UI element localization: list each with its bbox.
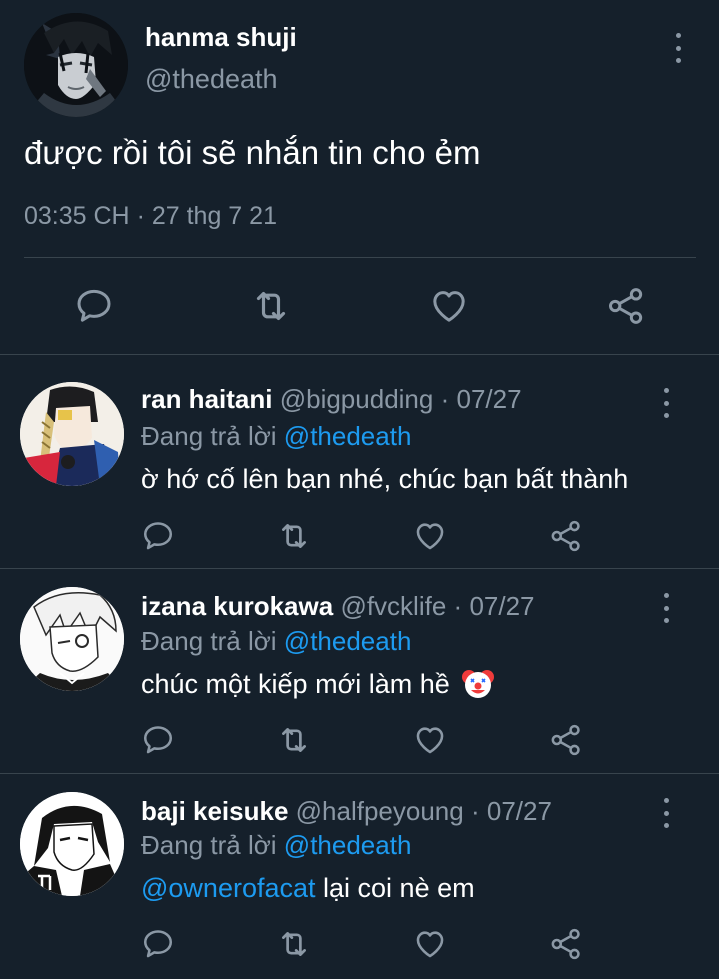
share-button[interactable] — [547, 925, 585, 963]
share-icon — [549, 927, 583, 961]
like-button[interactable] — [411, 517, 449, 555]
replying-label: Đang trả lời — [141, 421, 277, 451]
reply-button[interactable] — [139, 517, 177, 555]
like-icon — [413, 519, 447, 553]
reply-tweet[interactable]: izana kurokawa @fvcklife · 07/27 Đang tr… — [0, 569, 719, 773]
tweet-time: 03:35 CH — [24, 202, 130, 230]
author-handle[interactable]: @fvcklife — [340, 591, 446, 621]
like-button[interactable] — [428, 285, 470, 327]
avatar[interactable] — [20, 792, 124, 896]
avatar[interactable] — [20, 382, 124, 486]
replying-to: Đang trả lời @thedeath — [141, 421, 411, 452]
like-icon — [413, 927, 447, 961]
meta-separator: · — [440, 384, 450, 414]
replying-to-mention[interactable]: @thedeath — [284, 830, 412, 860]
replying-to-mention[interactable]: @thedeath — [284, 626, 412, 656]
avatar-portrait-icon — [20, 587, 124, 691]
reply-tweet[interactable]: ran haitani @bigpudding · 07/27 Đang trả… — [0, 355, 719, 568]
retweet-button[interactable] — [275, 925, 313, 963]
author-handle[interactable]: @bigpudding — [280, 384, 434, 414]
reply-date[interactable]: 07/27 — [469, 591, 534, 621]
reply-text-line: @ownerofacat lại coi nè em — [141, 873, 475, 904]
author-name[interactable]: ran haitani — [141, 384, 272, 414]
meta-separator: · — [470, 796, 480, 826]
retweet-icon — [277, 519, 311, 553]
reply-icon — [141, 723, 175, 757]
avatar[interactable] — [20, 587, 124, 691]
author-name[interactable]: izana kurokawa — [141, 591, 333, 621]
more-options-icon[interactable] — [656, 593, 676, 623]
main-tweet: hanma shuji @thedeath được rồi tôi sẽ nh… — [0, 0, 719, 354]
author-handle[interactable]: @halfpeyoung — [296, 796, 464, 826]
share-icon — [606, 286, 646, 326]
share-button[interactable] — [547, 721, 585, 759]
reply-mention[interactable]: @ownerofacat — [141, 873, 316, 903]
divider — [24, 257, 696, 258]
like-icon — [429, 286, 469, 326]
reply-tweet[interactable]: baji keisuke @halfpeyoung · 07/27 Đang t… — [0, 774, 719, 979]
retweet-icon — [277, 723, 311, 757]
reply-icon — [141, 519, 175, 553]
reply-date[interactable]: 07/27 — [487, 796, 552, 826]
reply-button[interactable] — [73, 285, 115, 327]
avatar-portrait-icon — [24, 13, 128, 117]
retweet-button[interactable] — [250, 285, 292, 327]
reply-text: lại coi nè em — [323, 873, 475, 903]
like-button[interactable] — [411, 721, 449, 759]
more-options-icon[interactable] — [656, 798, 676, 828]
like-icon — [413, 723, 447, 757]
avatar[interactable] — [24, 13, 128, 117]
more-options-icon[interactable] — [656, 388, 676, 418]
reply-icon — [74, 286, 114, 326]
reply-header: ran haitani @bigpudding · 07/27 — [141, 384, 522, 415]
share-icon — [549, 723, 583, 757]
replying-to-mention[interactable]: @thedeath — [284, 421, 412, 451]
replying-label: Đang trả lời — [141, 626, 277, 656]
share-button[interactable] — [547, 517, 585, 555]
reply-date[interactable]: 07/27 — [457, 384, 522, 414]
avatar-portrait-icon — [20, 382, 124, 486]
reply-header: izana kurokawa @fvcklife · 07/27 — [141, 591, 535, 622]
meta-separator: · — [136, 202, 145, 230]
tweet-timestamp[interactable]: 03:35 CH · 27 thg 7 21 — [24, 202, 277, 231]
clown-face-icon — [461, 666, 495, 700]
tweet-text: được rồi tôi sẽ nhắn tin cho ẻm — [24, 134, 481, 171]
reply-text-line: chúc một kiếp mới làm hề — [141, 669, 495, 703]
retweet-icon — [251, 286, 291, 326]
reply-button[interactable] — [139, 721, 177, 759]
share-icon — [549, 519, 583, 553]
reply-header: baji keisuke @halfpeyoung · 07/27 — [141, 796, 552, 827]
replying-label: Đang trả lời — [141, 830, 277, 860]
share-button[interactable] — [605, 285, 647, 327]
replying-to: Đang trả lời @thedeath — [141, 626, 411, 657]
reply-text: chúc một kiếp mới làm hề — [141, 669, 450, 700]
author-handle[interactable]: @thedeath — [145, 64, 278, 95]
like-button[interactable] — [411, 925, 449, 963]
retweet-button[interactable] — [275, 721, 313, 759]
replying-to: Đang trả lời @thedeath — [141, 830, 411, 861]
meta-separator: · — [453, 591, 463, 621]
reply-button[interactable] — [139, 925, 177, 963]
avatar-portrait-icon — [20, 792, 124, 896]
author-name[interactable]: baji keisuke — [141, 796, 288, 826]
more-options-icon[interactable] — [668, 33, 688, 63]
author-name[interactable]: hanma shuji — [145, 22, 297, 53]
reply-text: ờ hớ cố lên bạn nhé, chúc bạn bất thành — [141, 464, 629, 494]
reply-icon — [141, 927, 175, 961]
tweet-date: 27 thg 7 21 — [151, 202, 277, 230]
retweet-icon — [277, 927, 311, 961]
retweet-button[interactable] — [275, 517, 313, 555]
